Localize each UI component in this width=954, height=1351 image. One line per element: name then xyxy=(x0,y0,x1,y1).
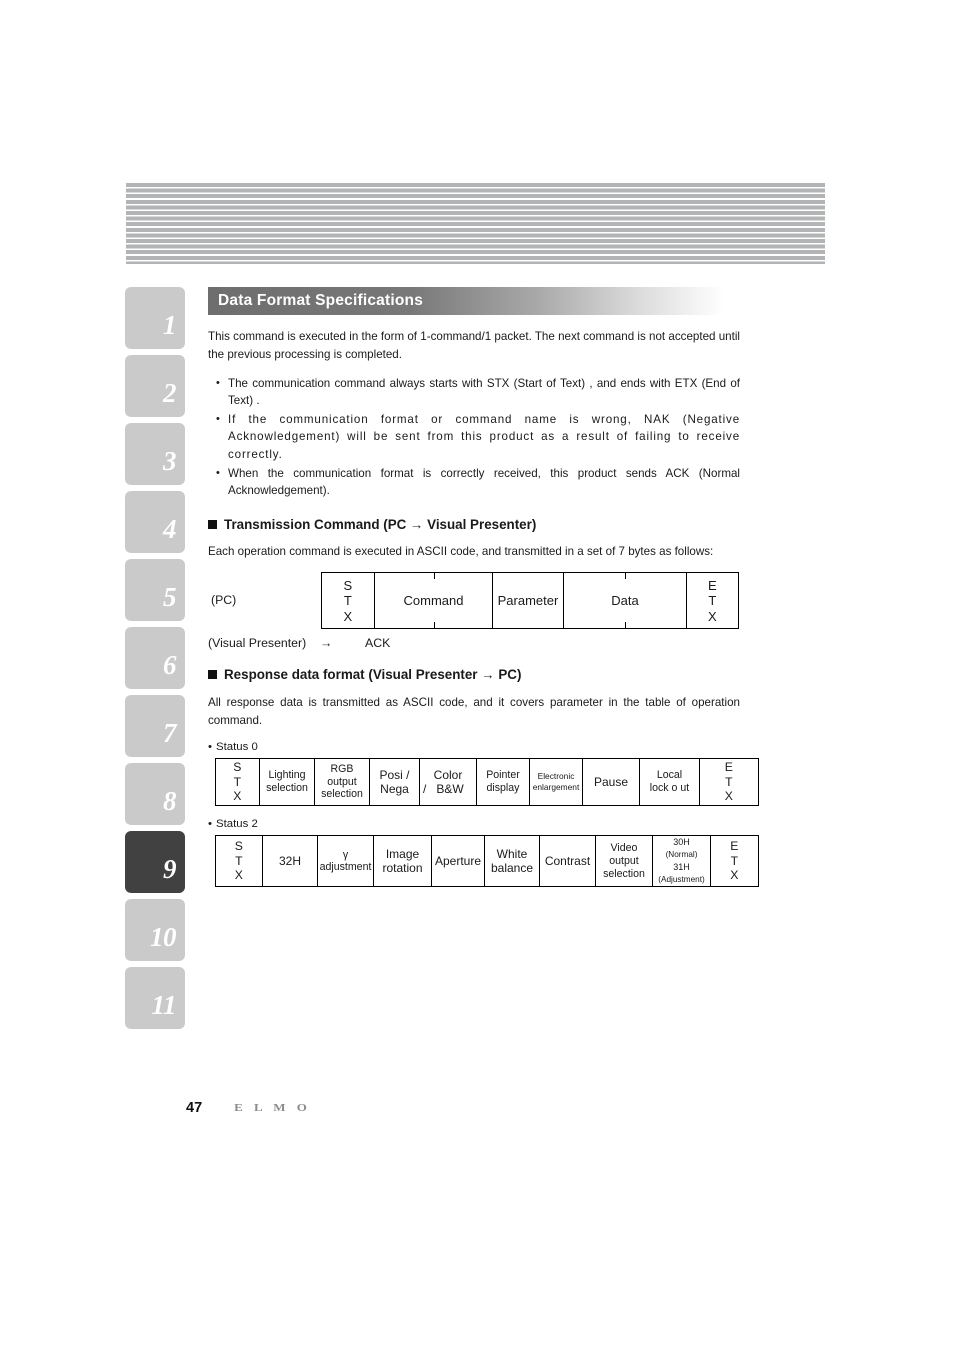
chapter-tab-label: 4 xyxy=(163,514,177,544)
transmission-table-wrapper: STX Command Parameter Data ETX xyxy=(321,572,739,630)
status2-table-wrapper: STX 32H γ adjustment Image rotation Apertu… xyxy=(215,835,759,888)
chapter-tab-rail: 1 2 3 4 5 6 7 8 9 10 11 xyxy=(125,287,185,1035)
chapter-tab-9[interactable]: 9 xyxy=(125,831,185,893)
cell-32h: 32H xyxy=(262,835,318,888)
cell-contrast: Contrast xyxy=(539,835,596,888)
transmission-source-label: (PC) xyxy=(211,593,237,608)
status2-byte-table: STX 32H γ adjustment Image rotation Apertu… xyxy=(215,835,759,888)
cell-lighting-selection: Lighting selection xyxy=(259,758,315,807)
arrow-right-icon: → xyxy=(320,636,333,651)
decorative-header-stripes xyxy=(126,183,825,264)
page-number: 47 xyxy=(186,1100,203,1116)
chapter-tab-label: 1 xyxy=(163,310,177,340)
chapter-tab-3[interactable]: 3 xyxy=(125,423,185,485)
cell-stx: STX xyxy=(321,572,375,630)
status0-label-row: • Status 0 xyxy=(208,741,740,753)
status2-label-row: • Status 2 xyxy=(208,818,740,830)
list-item: If the communication format or command n… xyxy=(208,411,740,464)
chapter-tab-label: 7 xyxy=(163,718,177,748)
cell-pointer-display: Pointer display xyxy=(476,758,530,807)
cell-data: Data xyxy=(563,572,687,630)
chapter-tab-10[interactable]: 10 xyxy=(125,899,185,961)
section-title-bar: Data Format Specifications xyxy=(208,287,740,315)
cell-etx: ETX xyxy=(710,835,759,888)
bullet-square-icon xyxy=(208,670,217,680)
cell-stx: STX xyxy=(215,758,260,807)
cell-rgb-output-selection: RGB output selection xyxy=(314,758,370,807)
response-format-heading-label: Response data format (Visual Presenter →… xyxy=(224,667,522,683)
cell-local-lock-out: Local lock o ut xyxy=(639,758,700,807)
response-format-heading: Response data format (Visual Presenter →… xyxy=(208,667,740,682)
cell-posi-nega: Posi / Nega xyxy=(369,758,420,807)
bullet-dot-icon: • xyxy=(208,818,212,831)
cell-command: Command xyxy=(374,572,493,630)
cell-electronic-enlargement: Electronic enlargement xyxy=(529,758,583,807)
transmission-description: Each operation command is executed in AS… xyxy=(208,545,714,559)
list-item: The communication command always starts … xyxy=(208,375,740,410)
cell-image-rotation: Image rotation xyxy=(373,835,432,888)
response-format-description: All response data is transmitted as ASCI… xyxy=(208,696,740,727)
transmission-command-heading-label: Transmission Command (PC → Visual Presen… xyxy=(224,516,537,532)
page-title: Data Format Specifications xyxy=(218,292,424,309)
table-row: STX Command Parameter Data ETX xyxy=(321,572,739,630)
transmission-response-row: (Visual Presenter) → ACK xyxy=(208,636,740,650)
cell-parameter: Parameter xyxy=(492,572,564,630)
cell-stx: STX xyxy=(215,835,263,888)
chapter-tab-5[interactable]: 5 xyxy=(125,559,185,621)
table-row: STX 32H γ adjustment Image rotation Apertu… xyxy=(215,835,759,888)
status0-byte-table: STX Lighting selection RGB output selection… xyxy=(215,758,759,807)
cell-video-output-selection: Video output selection xyxy=(595,835,653,888)
chapter-tab-label: 9 xyxy=(163,854,177,884)
transmission-diagram: (PC) STX Command Parameter Data ETX xyxy=(208,572,740,630)
bullet-square-icon xyxy=(208,519,217,529)
intro-bullet-list: The communication command always starts … xyxy=(208,375,740,500)
chapter-tab-11[interactable]: 11 xyxy=(125,967,185,1029)
list-item: When the communication format is correct… xyxy=(208,465,740,500)
chapter-tab-2[interactable]: 2 xyxy=(125,355,185,417)
transmission-byte-table: STX Command Parameter Data ETX xyxy=(321,572,739,630)
page-footer: 47 E L M O xyxy=(186,1100,311,1116)
chapter-tab-label: 8 xyxy=(163,786,177,816)
chapter-tab-label: 11 xyxy=(151,990,176,1020)
cell-gamma-adjustment: γ adjustment xyxy=(317,835,374,888)
chapter-tab-6[interactable]: 6 xyxy=(125,627,185,689)
table-row: STX Lighting selection RGB output selection… xyxy=(215,758,759,807)
cell-pause: Pause xyxy=(582,758,640,807)
transmission-response-value: ACK xyxy=(365,636,391,651)
intro-paragraph: This command is executed in the form of … xyxy=(208,330,740,361)
cell-30h-31h: 30H (Normal) 31H (Adjustment) xyxy=(652,835,711,888)
cell-aperture: Aperture xyxy=(431,835,485,888)
chapter-tab-label: 10 xyxy=(150,922,177,952)
status2-label: Status 2 xyxy=(216,818,258,831)
elmo-logo: E L M O xyxy=(234,1101,311,1114)
status0-table-wrapper: STX Lighting selection RGB output selection… xyxy=(215,758,759,807)
chapter-tab-4[interactable]: 4 xyxy=(125,491,185,553)
chapter-tab-label: 2 xyxy=(163,378,177,408)
transmission-response-label: (Visual Presenter) xyxy=(208,636,307,651)
cell-white-balance: White balance xyxy=(484,835,540,888)
transmission-command-heading: Transmission Command (PC → Visual Presen… xyxy=(208,517,740,532)
page-content: Data Format Specifications This command … xyxy=(208,287,759,888)
chapter-tab-label: 3 xyxy=(163,446,177,476)
cell-color-bw: Color / B&W xyxy=(419,758,477,807)
chapter-tab-1[interactable]: 1 xyxy=(125,287,185,349)
chapter-tab-label: 6 xyxy=(163,650,177,680)
status0-label: Status 0 xyxy=(216,741,258,754)
cell-etx: ETX xyxy=(686,572,739,630)
chapter-tab-7[interactable]: 7 xyxy=(125,695,185,757)
chapter-tab-8[interactable]: 8 xyxy=(125,763,185,825)
cell-etx: ETX xyxy=(699,758,759,807)
bullet-dot-icon: • xyxy=(208,741,212,754)
chapter-tab-label: 5 xyxy=(163,582,177,612)
